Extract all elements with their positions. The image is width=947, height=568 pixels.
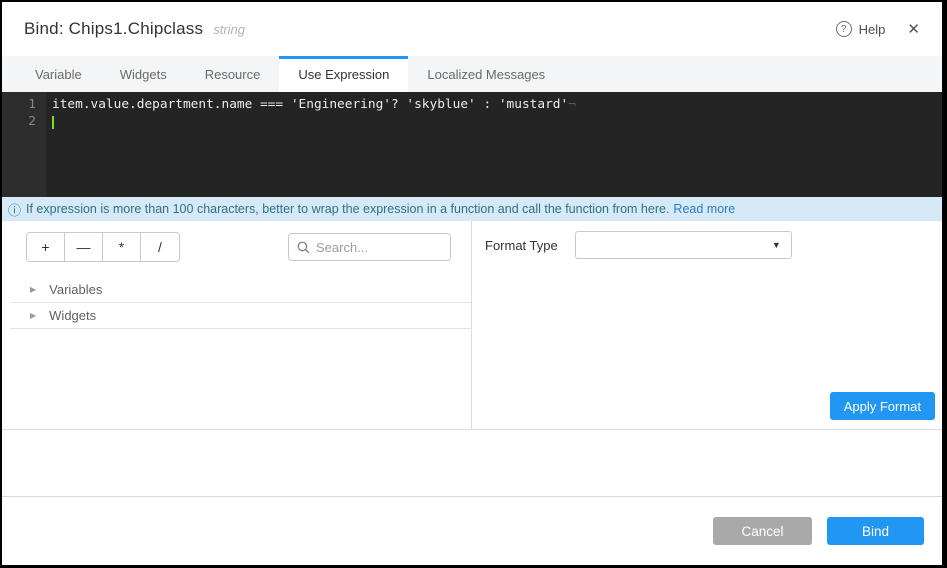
info-icon: ⓘ — [8, 200, 21, 219]
format-type-select[interactable]: ▼ — [575, 231, 792, 259]
operator-button-group: + — * / — [26, 232, 180, 262]
expand-arrow-icon[interactable]: ▶ — [30, 311, 36, 320]
dialog-header: Bind: Chips1.Chipclass string ? Help ✕ — [2, 2, 942, 56]
tab-widgets[interactable]: Widgets — [101, 56, 186, 92]
code-line — [52, 113, 942, 130]
dialog-title: Bind: Chips1.Chipclass — [24, 19, 203, 39]
info-text: If expression is more than 100 character… — [26, 202, 669, 216]
apply-format-button[interactable]: Apply Format — [830, 392, 935, 420]
format-type-row: Format Type ▼ — [485, 231, 942, 259]
tab-localized-messages[interactable]: Localized Messages — [408, 56, 564, 92]
editor-code-area[interactable]: item.value.department.name === 'Engineer… — [46, 92, 942, 197]
line-number: 1 — [2, 96, 36, 113]
tab-use-expression[interactable]: Use Expression — [279, 56, 408, 92]
expression-info-bar: ⓘ If expression is more than 100 charact… — [2, 197, 942, 221]
search-box — [288, 233, 451, 261]
tab-resource[interactable]: Resource — [186, 56, 280, 92]
tree-item-label: Widgets — [49, 308, 96, 323]
bound-property-type: string — [213, 22, 245, 37]
dialog-body-spacer — [2, 430, 942, 497]
plus-operator-button[interactable]: + — [27, 233, 65, 261]
chevron-down-icon: ▼ — [772, 240, 781, 250]
help-link[interactable]: Help — [859, 22, 886, 37]
code-line: item.value.department.name === 'Engineer… — [52, 96, 942, 113]
main-panels: + — * / ▶ Variables — [2, 221, 942, 430]
dialog-footer: Cancel Bind — [2, 497, 942, 565]
help-icon[interactable]: ? — [836, 21, 852, 37]
editor-line-numbers: 1 2 — [2, 92, 46, 197]
tree-item-variables[interactable]: ▶ Variables — [10, 277, 471, 303]
format-type-label: Format Type — [485, 238, 558, 253]
code-text: item.value.department.name === 'Engineer… — [52, 97, 568, 112]
tree-item-widgets[interactable]: ▶ Widgets — [10, 303, 471, 329]
cancel-button[interactable]: Cancel — [713, 517, 812, 545]
text-cursor — [52, 116, 54, 129]
bind-button[interactable]: Bind — [827, 517, 924, 545]
tab-bar: Variable Widgets Resource Use Expression… — [2, 56, 942, 92]
tab-variable[interactable]: Variable — [16, 56, 101, 92]
divide-operator-button[interactable]: / — [141, 233, 179, 261]
eol-marker: ¬ — [568, 97, 576, 112]
read-more-link[interactable]: Read more — [673, 202, 735, 216]
expand-arrow-icon[interactable]: ▶ — [30, 285, 36, 294]
expression-helpers-panel: + — * / ▶ Variables — [2, 221, 472, 429]
multiply-operator-button[interactable]: * — [103, 233, 141, 261]
line-number: 2 — [2, 113, 36, 130]
search-icon — [297, 241, 310, 254]
bind-dialog: Bind: Chips1.Chipclass string ? Help ✕ V… — [2, 2, 942, 565]
helpers-toolbar: + — * / — [26, 232, 451, 262]
close-icon[interactable]: ✕ — [907, 22, 920, 37]
bind-source-tree: ▶ Variables ▶ Widgets — [2, 277, 471, 329]
format-panel: Format Type ▼ Apply Format — [472, 221, 942, 429]
tree-item-label: Variables — [49, 282, 102, 297]
search-input[interactable] — [316, 240, 442, 255]
expression-code-editor[interactable]: 1 2 item.value.department.name === 'Engi… — [2, 92, 942, 197]
header-actions: ? Help ✕ — [836, 21, 920, 37]
minus-operator-button[interactable]: — — [65, 233, 103, 261]
